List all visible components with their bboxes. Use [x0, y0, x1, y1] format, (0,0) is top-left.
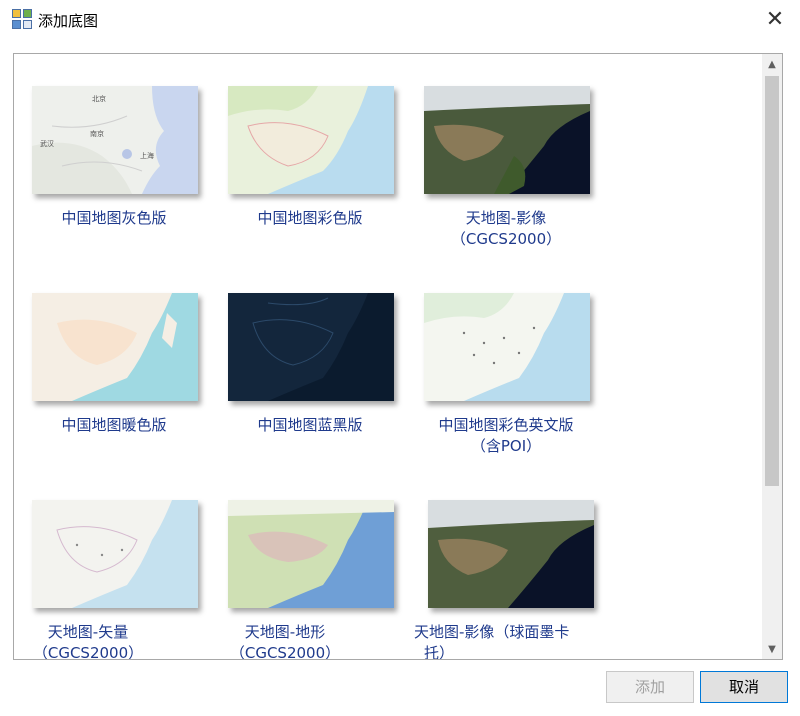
tile-label[interactable]: 天地图-影像（球面墨卡 托）: [414, 622, 614, 659]
scrollbar-thumb[interactable]: [765, 76, 779, 486]
tile-label[interactable]: 中国地图蓝黑版: [210, 415, 410, 436]
svg-text:武汉: 武汉: [40, 139, 54, 148]
app-icon: [12, 9, 32, 29]
svg-text:南京: 南京: [90, 129, 104, 138]
thumbnail-color-english-map[interactable]: [424, 293, 590, 401]
window-title: 添加底图: [38, 12, 99, 30]
tile-label[interactable]: 中国地图彩色版: [210, 208, 410, 229]
scroll-up-icon[interactable]: ▲: [762, 54, 782, 74]
tile-label[interactable]: 天地图-影像 （CGCS2000）: [406, 208, 606, 250]
scroll-down-icon[interactable]: ▼: [762, 639, 782, 659]
svg-text:上海: 上海: [140, 151, 154, 160]
svg-text:北京: 北京: [92, 94, 106, 103]
cancel-button[interactable]: 取消: [700, 671, 788, 703]
title-bar: 添加底图 ✕: [0, 0, 800, 40]
thumbnail-color-map[interactable]: [228, 86, 394, 194]
vertical-scrollbar[interactable]: ▲ ▼: [762, 54, 782, 659]
thumbnail-gray-map[interactable]: 北京 南京 武汉 上海: [32, 86, 198, 194]
thumbnail-tianditu-vector-map[interactable]: [32, 500, 198, 608]
thumbnail-tianditu-terrain-map[interactable]: [228, 500, 394, 608]
thumbnail-tianditu-satellite-mercator-map[interactable]: [428, 500, 594, 608]
thumbnail-satellite-map[interactable]: [424, 86, 590, 194]
thumbnail-blue-black-map[interactable]: [228, 293, 394, 401]
add-button[interactable]: 添加: [606, 671, 694, 703]
tile-label[interactable]: 中国地图彩色英文版 （含POI）: [406, 415, 606, 457]
tile-label[interactable]: 中国地图灰色版: [14, 208, 214, 229]
close-icon[interactable]: ✕: [760, 4, 790, 34]
basemap-gallery: 北京 南京 武汉 上海 中国地图灰色版 中国地图彩色版 天地图-影像 （CGCS2…: [13, 53, 783, 660]
thumbnail-warm-map[interactable]: [32, 293, 198, 401]
tile-label[interactable]: 中国地图暖色版: [14, 415, 214, 436]
tile-label[interactable]: 天地图-矢量 （CGCS2000）: [14, 622, 188, 659]
tile-label[interactable]: 天地图-地形 （CGCS2000）: [185, 622, 385, 659]
